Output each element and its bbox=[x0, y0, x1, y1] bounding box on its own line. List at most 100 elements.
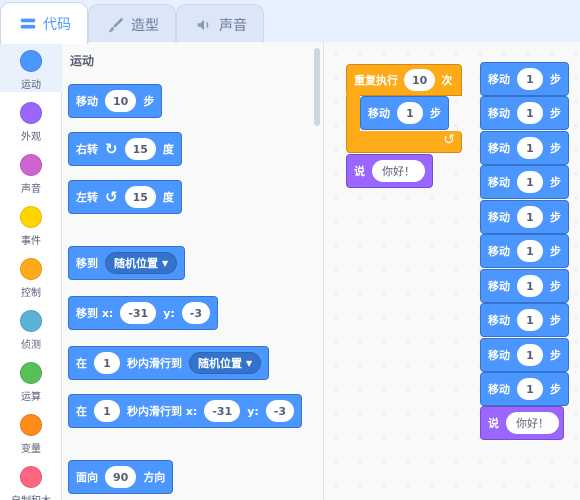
block-label: 在 bbox=[76, 357, 87, 370]
x-input[interactable]: -31 bbox=[120, 302, 157, 324]
degrees-input[interactable]: 15 bbox=[124, 138, 156, 160]
tab-costumes[interactable]: 造型 bbox=[88, 4, 176, 44]
y-input[interactable]: -3 bbox=[181, 302, 211, 324]
looks-color-icon bbox=[20, 102, 42, 124]
block-label: 步 bbox=[550, 73, 561, 86]
block-label: 移动 bbox=[76, 95, 98, 108]
category-events[interactable]: 事件 bbox=[0, 200, 62, 248]
move-steps-block[interactable]: 移动 10 步 bbox=[68, 84, 163, 118]
point-direction-block[interactable]: 面向 90 方向 bbox=[68, 460, 174, 494]
block-label: 左转 bbox=[76, 191, 98, 204]
block-label: 秒内滑行到 x: bbox=[127, 405, 198, 418]
steps-input[interactable]: 1 bbox=[517, 206, 543, 228]
move-steps-block[interactable]: 移动 1 步 bbox=[480, 131, 569, 165]
steps-input[interactable]: 10 bbox=[105, 90, 137, 112]
goto-target-dropdown[interactable]: 随机位置 ▼ bbox=[105, 252, 178, 274]
move-steps-block[interactable]: 移动 1 步 bbox=[480, 234, 569, 268]
dropdown-value: 随机位置 bbox=[198, 357, 242, 370]
repeat-count-input[interactable]: 10 bbox=[404, 69, 436, 91]
steps-input[interactable]: 1 bbox=[517, 102, 543, 124]
steps-input[interactable]: 1 bbox=[517, 309, 543, 331]
move-steps-block[interactable]: 移动 1 步 bbox=[360, 96, 449, 130]
category-looks[interactable]: 外观 bbox=[0, 96, 62, 144]
steps-input[interactable]: 1 bbox=[517, 275, 543, 297]
steps-input[interactable]: 1 bbox=[397, 102, 423, 124]
goto-target-block[interactable]: 移到 随机位置 ▼ bbox=[68, 246, 186, 280]
seconds-input[interactable]: 1 bbox=[94, 352, 120, 374]
category-label: 声音 bbox=[21, 184, 41, 195]
move-steps-block[interactable]: 移动 1 步 bbox=[480, 200, 569, 234]
brush-icon bbox=[108, 17, 124, 32]
glide-to-target-block[interactable]: 在 1 秒内滑行到 随机位置 ▼ bbox=[68, 346, 270, 380]
block-label: 步 bbox=[550, 383, 561, 396]
move-steps-block[interactable]: 移动 1 步 bbox=[480, 269, 569, 303]
block-label: 移动 bbox=[488, 142, 510, 155]
script-workspace[interactable]: 重复执行 10 次 移动 1 步 ↺ 说 你好！ 移动 1 步 移动 1 步 移… bbox=[324, 42, 580, 500]
steps-input[interactable]: 1 bbox=[517, 240, 543, 262]
degrees-input[interactable]: 15 bbox=[124, 186, 156, 208]
move-steps-block[interactable]: 移动 1 步 bbox=[480, 372, 569, 406]
say-text-input[interactable]: 你好！ bbox=[506, 412, 559, 434]
say-block[interactable]: 说 你好！ bbox=[346, 154, 433, 188]
editor-tabs: 代码 造型 声音 bbox=[0, 0, 580, 44]
block-label: 步 bbox=[550, 280, 561, 293]
block-label: 在 bbox=[76, 405, 87, 418]
category-motion[interactable]: 运动 bbox=[0, 44, 62, 92]
category-control[interactable]: 控制 bbox=[0, 252, 62, 300]
block-label: 移动 bbox=[368, 107, 390, 120]
tab-sounds-label: 声音 bbox=[219, 17, 247, 34]
category-variables[interactable]: 变量 bbox=[0, 408, 62, 456]
move-steps-block[interactable]: 移动 1 步 bbox=[480, 338, 569, 372]
motion-color-icon bbox=[20, 50, 42, 72]
steps-input[interactable]: 1 bbox=[517, 344, 543, 366]
code-icon bbox=[20, 18, 36, 28]
rotate-right-icon: ↻ bbox=[105, 140, 118, 158]
category-my-blocks[interactable]: 自制积木 bbox=[0, 460, 62, 500]
block-label: 右转 bbox=[76, 143, 98, 156]
block-label: 秒内滑行到 bbox=[127, 357, 182, 370]
steps-input[interactable]: 1 bbox=[517, 171, 543, 193]
category-label: 事件 bbox=[21, 236, 41, 247]
steps-input[interactable]: 1 bbox=[517, 137, 543, 159]
glide-target-dropdown[interactable]: 随机位置 ▼ bbox=[189, 352, 262, 374]
category-sensing[interactable]: 侦测 bbox=[0, 304, 62, 352]
repeat-block-arm bbox=[346, 95, 360, 132]
block-label: 说 bbox=[354, 165, 365, 178]
move-steps-block[interactable]: 移动 1 步 bbox=[480, 62, 569, 96]
seconds-input[interactable]: 1 bbox=[94, 400, 120, 422]
palette-scrollbar[interactable] bbox=[314, 48, 320, 126]
category-label: 侦测 bbox=[21, 340, 41, 351]
x-input[interactable]: -31 bbox=[204, 400, 241, 422]
category-sound[interactable]: 声音 bbox=[0, 148, 62, 196]
repeat-block[interactable]: 重复执行 10 次 bbox=[346, 64, 462, 96]
y-input[interactable]: -3 bbox=[265, 400, 295, 422]
say-text-input[interactable]: 你好！ bbox=[372, 160, 425, 182]
move-steps-block[interactable]: 移动 1 步 bbox=[480, 96, 569, 130]
block-label: 移动 bbox=[488, 383, 510, 396]
loop-arrow-icon: ↺ bbox=[443, 132, 455, 148]
block-label: 面向 bbox=[76, 471, 98, 484]
turn-right-block[interactable]: 右转 ↻ 15 度 bbox=[68, 132, 182, 166]
steps-input[interactable]: 1 bbox=[517, 68, 543, 90]
block-label: 度 bbox=[162, 191, 174, 204]
block-label: 移动 bbox=[488, 107, 510, 120]
category-operators[interactable]: 运算 bbox=[0, 356, 62, 404]
tab-sounds[interactable]: 声音 bbox=[176, 4, 264, 44]
category-label: 变量 bbox=[21, 444, 41, 455]
say-block[interactable]: 说 你好！ bbox=[480, 406, 564, 440]
steps-input[interactable]: 1 bbox=[517, 378, 543, 400]
sensing-color-icon bbox=[20, 310, 42, 332]
tab-code[interactable]: 代码 bbox=[0, 2, 88, 44]
direction-input[interactable]: 90 bbox=[105, 466, 137, 488]
events-color-icon bbox=[20, 206, 42, 228]
goto-xy-block[interactable]: 移到 x: -31 y: -3 bbox=[68, 296, 219, 330]
move-steps-block[interactable]: 移动 1 步 bbox=[480, 303, 569, 337]
dropdown-caret-icon: ▼ bbox=[162, 258, 169, 268]
move-steps-block[interactable]: 移动 1 步 bbox=[480, 165, 569, 199]
block-label: 移动 bbox=[488, 176, 510, 189]
glide-xy-block[interactable]: 在 1 秒内滑行到 x: -31 y: -3 bbox=[68, 394, 303, 428]
block-label: 步 bbox=[550, 211, 561, 224]
block-label: 步 bbox=[550, 142, 561, 155]
turn-left-block[interactable]: 左转 ↺ 15 度 bbox=[68, 180, 182, 214]
block-label: 步 bbox=[430, 107, 441, 120]
